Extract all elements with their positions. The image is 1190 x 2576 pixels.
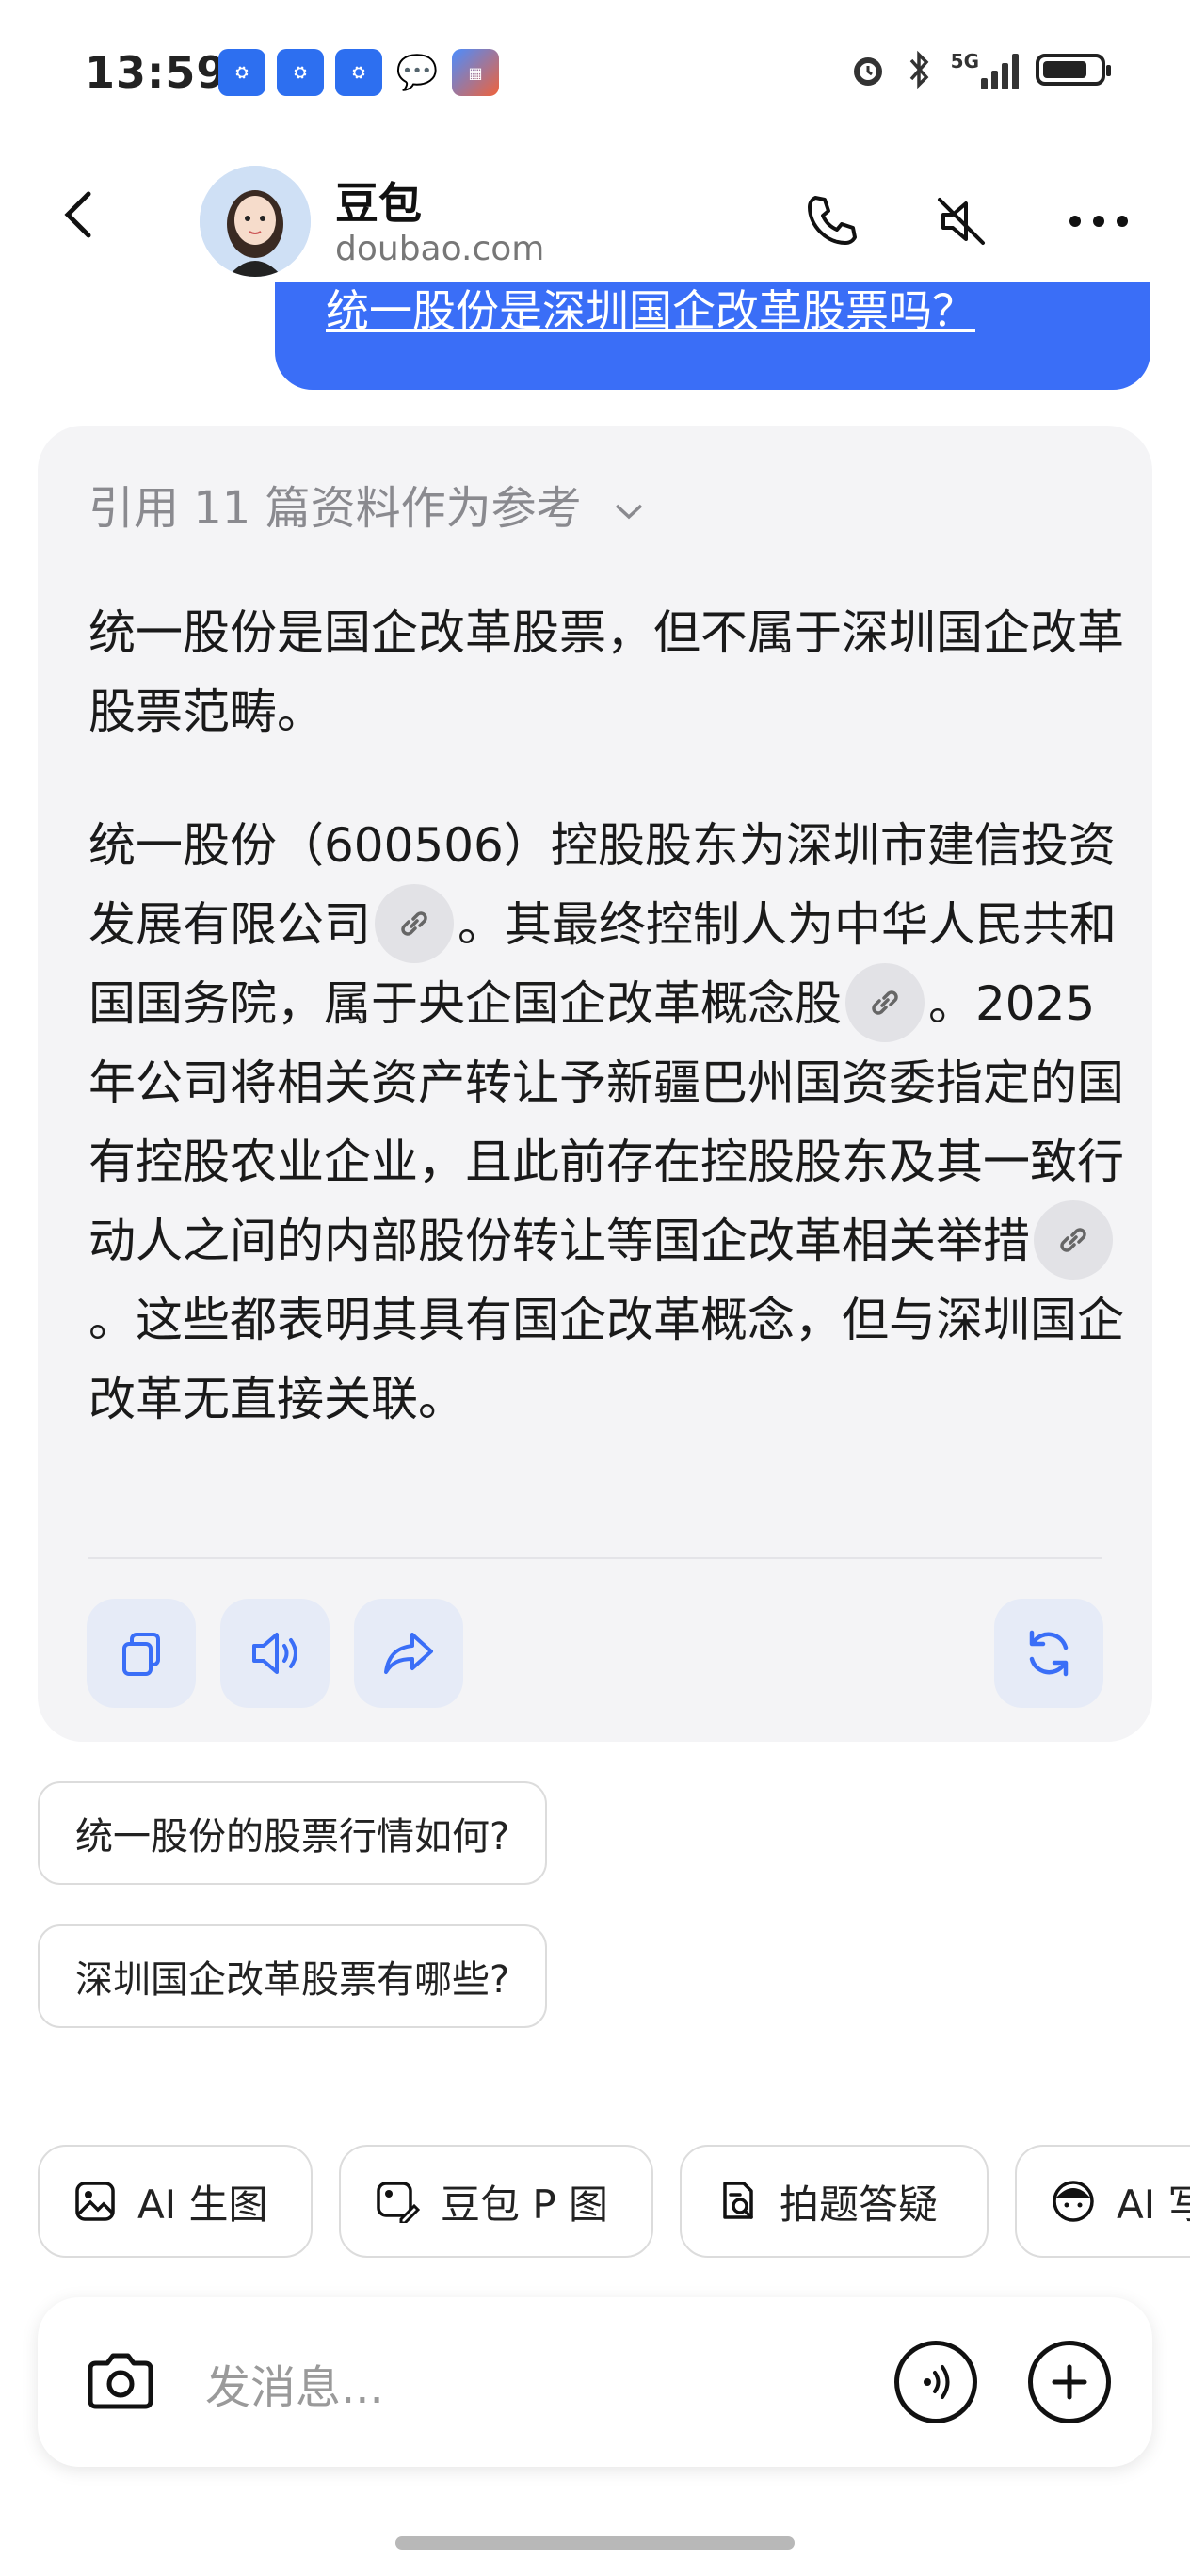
user-message-text: 统一股份是深圳国企改革股票吗？ — [326, 285, 975, 336]
suggestion-chip[interactable]: 统一股份的股票行情如何? — [38, 1781, 548, 1885]
tool-photo-edit[interactable]: 豆包 P 图 — [339, 2145, 653, 2258]
bluetooth-icon — [909, 50, 929, 89]
voice-input-button[interactable] — [894, 2341, 977, 2423]
share-button[interactable] — [354, 1599, 463, 1708]
bank-app-notification-icon: ⛭ — [218, 49, 265, 96]
more-options-button[interactable] — [1066, 188, 1132, 254]
regenerate-button[interactable] — [994, 1599, 1103, 1708]
voice-wave-icon — [924, 2365, 950, 2399]
references-label: 引用 11 篇资料作为参考 — [88, 482, 582, 535]
wechat-icon: 💬 — [395, 54, 439, 92]
message-input-bar: 发消息... — [38, 2297, 1152, 2467]
notification-icons: ⛭ ⛭ ⛭ 💬 ▦ — [218, 49, 499, 96]
mute-button[interactable] — [928, 188, 994, 254]
tool-label: 拍题答疑 — [780, 2181, 939, 2228]
suggestion-chip[interactable]: 深圳国企改革股票有哪些? — [38, 1924, 548, 2028]
share-arrow-icon — [384, 1633, 433, 1674]
answer-paragraph-1: 统一股份是国企改革股票，但不属于深圳国企改革股票范畴。 — [88, 605, 1124, 739]
message-input[interactable]: 发消息... — [205, 2350, 384, 2416]
plus-icon — [1052, 2364, 1087, 2400]
speaker-icon — [252, 1633, 298, 1674]
refresh-icon — [1029, 1630, 1069, 1677]
bank-app-notification-icon: ⛭ — [277, 49, 324, 96]
answer-paragraph-2: 统一股份（600506）控股股东为深圳市建信投资发展有限公司 。其最终控制人为中华… — [88, 806, 1124, 1439]
status-bar: 13:59 ⛭ ⛭ ⛭ 💬 ▦ 5G — [0, 0, 1190, 151]
tool-scan-question[interactable]: 拍题答疑 — [680, 2145, 989, 2258]
citation-link-icon[interactable] — [845, 962, 925, 1042]
bank-app-notification-icon: ⛭ — [335, 49, 382, 96]
copy-icon — [122, 1633, 160, 1676]
avatar[interactable] — [200, 166, 311, 277]
chat-subtitle: doubao.com — [335, 230, 545, 268]
battery-icon — [1036, 54, 1111, 86]
photo-edit-icon — [377, 2182, 420, 2223]
status-time: 13:59 — [85, 47, 228, 98]
phone-call-button[interactable] — [798, 188, 864, 254]
system-icons: 5G — [847, 49, 1111, 90]
tool-ai-write[interactable]: AI 写 — [1015, 2145, 1190, 2258]
home-indicator[interactable] — [395, 2536, 795, 2550]
alarm-icon — [853, 57, 882, 86]
camera-icon[interactable] — [81, 2343, 160, 2422]
divider — [88, 1557, 1102, 1559]
back-arrow-icon[interactable] — [53, 186, 109, 243]
answer-text-segment: 。这些都表明其具有国企改革概念，但与深圳国企改革无直接关联。 — [88, 1293, 1124, 1426]
user-message-bubble[interactable]: 统一股份是深圳国企改革股票吗？ — [275, 282, 1150, 390]
speaker-muted-icon — [938, 198, 985, 245]
chat-title: 豆包 — [335, 178, 422, 229]
image-icon — [75, 2182, 115, 2221]
chat-header: 豆包 doubao.com — [0, 151, 1190, 292]
phone-icon — [808, 196, 857, 245]
signal-icon — [981, 52, 1019, 89]
citation-link-icon[interactable] — [1034, 1199, 1113, 1280]
scan-question-icon — [723, 2182, 753, 2219]
chevron-down-icon — [615, 504, 643, 520]
references-toggle[interactable]: 引用 11 篇资料作为参考 — [88, 471, 645, 537]
more-dots-icon — [1069, 216, 1128, 227]
tool-label: 豆包 P 图 — [441, 2181, 609, 2228]
assistant-answer-card: 引用 11 篇资料作为参考 统一股份是国企改革股票，但不属于深圳国企改革股票范畴… — [38, 426, 1152, 1742]
read-aloud-button[interactable] — [220, 1599, 330, 1708]
add-attachment-button[interactable] — [1028, 2341, 1111, 2423]
ai-write-icon — [1053, 2181, 1094, 2222]
network-type: 5G — [950, 50, 979, 72]
citation-link-icon[interactable] — [375, 883, 454, 963]
copy-button[interactable] — [87, 1599, 196, 1708]
app-notification-icon: ▦ — [452, 49, 499, 96]
tool-ai-image[interactable]: AI 生图 — [38, 2145, 313, 2258]
tool-label: AI 写 — [1117, 2181, 1190, 2228]
tool-label: AI 生图 — [137, 2181, 268, 2228]
